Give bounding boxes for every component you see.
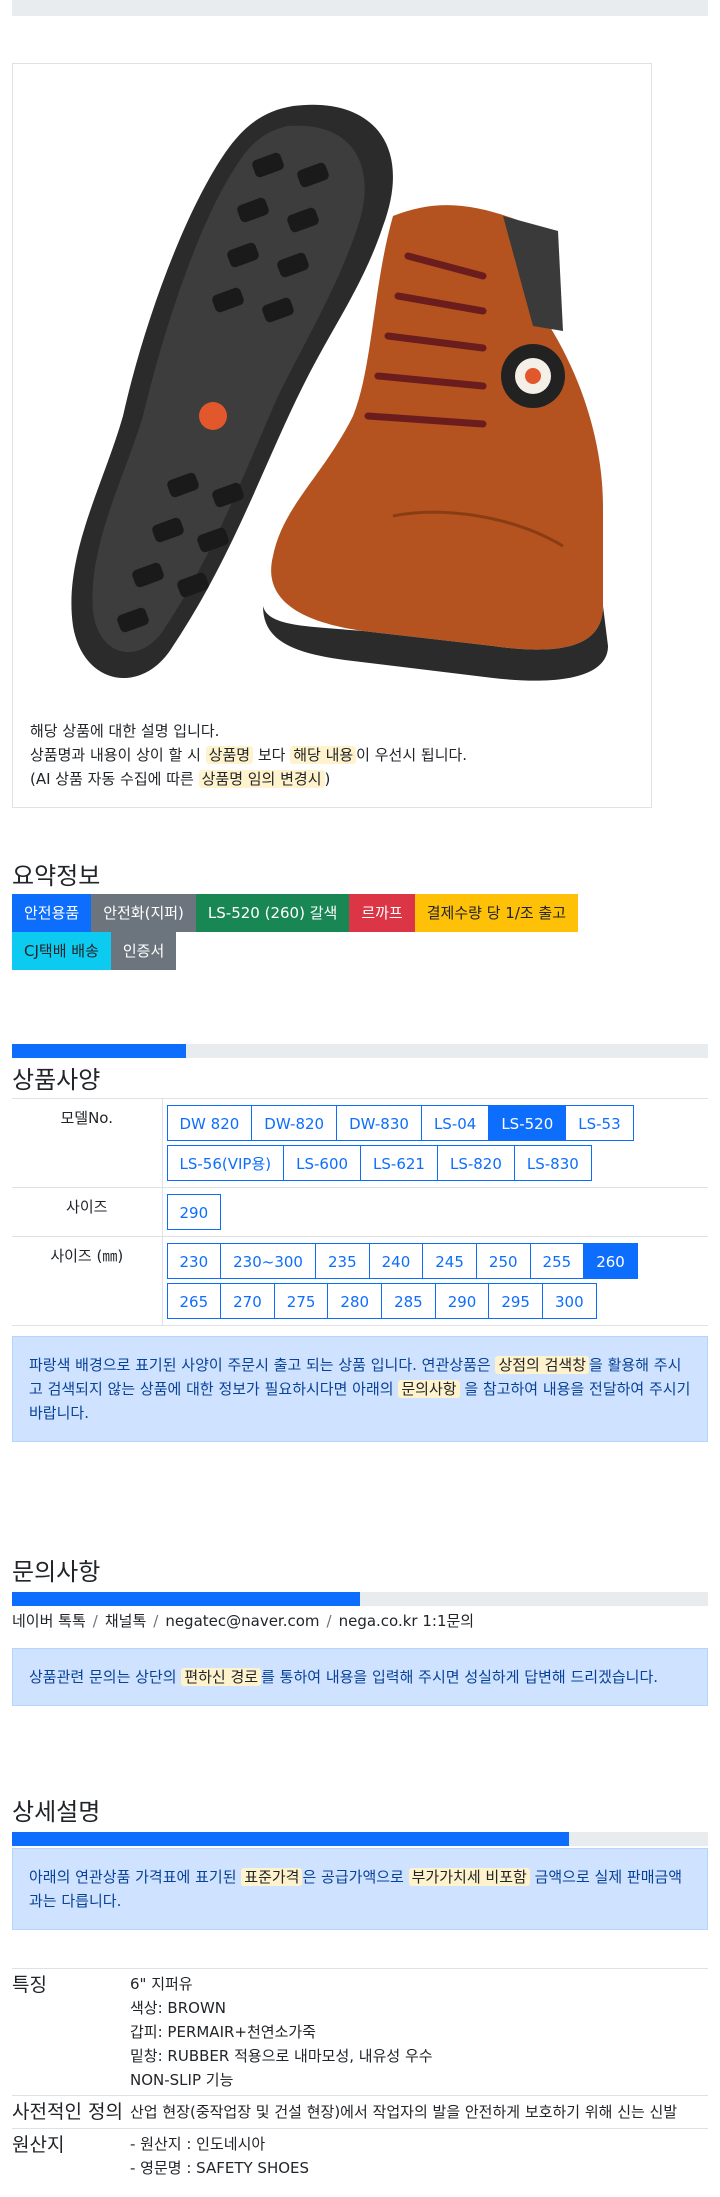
highlight-vat: 부가가치세 비포함 xyxy=(408,1868,530,1886)
spec-table: 모델No. DW 820 DW-820 DW-830 LS-04 LS-520 … xyxy=(12,1098,708,1326)
feature-line: 밑창: RUBBER 적용으로 내마모성, 내유성 우수 xyxy=(130,2047,433,2065)
spec-label-size-mm: 사이즈 (㎜) xyxy=(12,1236,163,1326)
spec-progress-fill xyxy=(12,1044,186,1058)
desc-line-3b: ) xyxy=(324,770,331,788)
option-model-ls-820[interactable]: LS-820 xyxy=(436,1145,515,1181)
inquiry-notice-a: 상품관련 문의는 상단의 xyxy=(29,1668,182,1686)
origin-line: - 영문명 : SAFETY SHOES xyxy=(130,2159,310,2177)
badge-brand: 르까프 xyxy=(349,894,415,932)
option-mm-280[interactable]: 280 xyxy=(327,1283,383,1319)
option-mm-270[interactable]: 270 xyxy=(220,1283,275,1319)
summary-title: 요약정보 xyxy=(12,862,101,890)
option-size-290[interactable]: 290 xyxy=(166,1194,222,1230)
detail-label-origin: 원산지 xyxy=(12,2134,65,2156)
highlight-content: 해당 내용 xyxy=(290,746,357,764)
option-model-ls-830[interactable]: LS-830 xyxy=(513,1145,592,1181)
highlight-product-name: 상품명 xyxy=(205,746,254,764)
option-mm-295[interactable]: 295 xyxy=(488,1283,543,1319)
desc-line-1: 해당 상품에 대한 설명 입니다. xyxy=(30,722,220,740)
desc-line-2a: 상품명과 내용이 상이 할 시 xyxy=(30,746,206,764)
option-mm-230-300[interactable]: 230~300 xyxy=(220,1243,316,1279)
badge-certificate: 인증서 xyxy=(110,932,177,970)
option-model-ls-600[interactable]: LS-600 xyxy=(283,1145,362,1181)
detail-notice: 아래의 연관상품 가격표에 표기된 표준가격 은 공급가액으로 부가가치세 비포함… xyxy=(12,1848,708,1930)
option-model-dw820[interactable]: DW 820 xyxy=(166,1105,253,1141)
detail-label-definition: 사전적인 정의 xyxy=(12,2101,123,2123)
detail-notice-a: 아래의 연관상품 가격표에 표기된 xyxy=(29,1868,242,1886)
highlight-standard-price: 표준가격 xyxy=(241,1868,303,1886)
highlight-inquiry: 문의사항 xyxy=(398,1380,460,1398)
desc-line-2c: 이 우선시 됩니다. xyxy=(356,746,468,764)
option-mm-255[interactable]: 255 xyxy=(529,1243,585,1279)
feature-line: 색상: BROWN xyxy=(130,1999,226,2017)
inquiry-progress xyxy=(12,1592,708,1606)
option-mm-250[interactable]: 250 xyxy=(475,1243,531,1279)
option-mm-275[interactable]: 275 xyxy=(273,1283,329,1319)
option-model-ls-53[interactable]: LS-53 xyxy=(565,1105,634,1141)
option-mm-235[interactable]: 235 xyxy=(314,1243,370,1279)
detail-table: 특징 6" 지퍼유 색상: BROWN 갑피: PERMAIR+천연소가죽 밑창… xyxy=(12,1968,708,2183)
spec-row-size: 사이즈 290 xyxy=(12,1187,708,1237)
highlight-search: 상점의 검색창 xyxy=(495,1356,590,1374)
feature-line: 6" 지퍼유 xyxy=(130,1975,193,1993)
definition-line: 산업 현장(중작업장 및 건설 현장)에서 작업자의 발을 안전하게 보호하기 … xyxy=(130,2103,678,2121)
option-model-ls-04[interactable]: LS-04 xyxy=(420,1105,490,1141)
detail-notice-b: 은 공급가액으로 xyxy=(302,1868,409,1886)
inquiry-progress-fill xyxy=(12,1592,360,1606)
option-mm-230[interactable]: 230 xyxy=(166,1243,222,1279)
link-site-inquiry[interactable]: nega.co.kr 1:1문의 xyxy=(339,1612,475,1630)
spec-title: 상품사양 xyxy=(12,1066,101,1094)
inquiry-notice: 상품관련 문의는 상단의 편하신 경로 를 통하여 내용을 입력해 주시면 성실하… xyxy=(12,1648,708,1706)
spec-progress xyxy=(12,1044,708,1058)
link-email[interactable]: negatec@naver.com xyxy=(165,1612,319,1630)
feature-line: NON-SLIP 기능 xyxy=(130,2071,234,2089)
option-model-dw-830[interactable]: DW-830 xyxy=(336,1105,422,1141)
option-model-ls-56[interactable]: LS-56(VIP용) xyxy=(166,1145,285,1181)
option-model-ls-621[interactable]: LS-621 xyxy=(360,1145,438,1181)
product-image xyxy=(71,104,608,681)
spec-label-model: 모델No. xyxy=(12,1098,163,1188)
breadcrumb: 네이버 톡톡 / 채널톡 / negatec@naver.com / nega.co.kr … xyxy=(12,1612,475,1630)
option-mm-245[interactable]: 245 xyxy=(422,1243,477,1279)
summary-badges: 안전용품 안전화(지퍼) LS-520 (260) 갈색 르까프 결제수량 당 … xyxy=(12,894,652,970)
detail-progress xyxy=(12,1832,708,1846)
option-mm-260[interactable]: 260 xyxy=(583,1243,638,1279)
detail-row-definition: 사전적인 정의 산업 현장(중작업장 및 건설 현장)에서 작업자의 발을 안전… xyxy=(12,2095,708,2129)
spec-row-size-mm: 사이즈 (㎜) 230 230~300 235 240 245 250 255 … xyxy=(12,1236,708,1326)
link-naver-talk[interactable]: 네이버 톡톡 xyxy=(12,1612,86,1630)
detail-row-features: 특징 6" 지퍼유 색상: BROWN 갑피: PERMAIR+천연소가죽 밑창… xyxy=(12,1968,708,2096)
detail-label-features: 특징 xyxy=(12,1974,47,1996)
spec-notice-a: 파랑색 배경으로 표기된 사양이 주문시 출고 되는 상품 입니다. 연관상품은 xyxy=(29,1356,496,1374)
option-mm-290[interactable]: 290 xyxy=(434,1283,490,1319)
feature-line: 갑피: PERMAIR+천연소가죽 xyxy=(130,2023,316,2041)
link-channel-talk[interactable]: 채널톡 xyxy=(105,1612,146,1630)
desc-line-3a: (AI 상품 자동 수집에 따른 xyxy=(30,770,199,788)
badge-model: LS-520 (260) 갈색 xyxy=(195,894,350,932)
option-mm-285[interactable]: 285 xyxy=(381,1283,436,1319)
option-mm-300[interactable]: 300 xyxy=(541,1283,597,1319)
spec-label-size: 사이즈 xyxy=(12,1187,163,1237)
badge-category: 안전용품 xyxy=(12,894,92,932)
badge-quantity: 결제수량 당 1/조 출고 xyxy=(414,894,579,932)
product-description: 해당 상품에 대한 설명 입니다. 상품명과 내용이 상이 할 시 상품명 보다… xyxy=(30,719,467,791)
option-mm-265[interactable]: 265 xyxy=(166,1283,222,1319)
detail-row-origin: 원산지 - 원산지 : 인도네시아 - 영문명 : SAFETY SHOES xyxy=(12,2128,708,2184)
detail-title: 상세설명 xyxy=(12,1798,101,1826)
inquiry-title: 문의사항 xyxy=(12,1558,101,1586)
badge-subcategory: 안전화(지퍼) xyxy=(91,894,196,932)
badge-shipping: CJ택배 배송 xyxy=(12,932,111,970)
inquiry-notice-b: 를 통하여 내용을 입력해 주시면 성실하게 답변해 드리겠습니다. xyxy=(261,1668,659,1686)
origin-line: - 원산지 : 인도네시아 xyxy=(130,2135,266,2153)
option-model-dw-820[interactable]: DW-820 xyxy=(251,1105,338,1141)
highlight-route: 편하신 경로 xyxy=(181,1668,262,1686)
spec-row-model: 모델No. DW 820 DW-820 DW-830 LS-04 LS-520 … xyxy=(12,1098,708,1188)
spec-notice: 파랑색 배경으로 표기된 사양이 주문시 출고 되는 상품 입니다. 연관상품은… xyxy=(12,1336,708,1442)
option-model-ls-520[interactable]: LS-520 xyxy=(488,1105,567,1141)
desc-line-2b: 보다 xyxy=(253,746,291,764)
top-bar xyxy=(12,0,708,16)
product-card: 해당 상품에 대한 설명 입니다. 상품명과 내용이 상이 할 시 상품명 보다… xyxy=(12,63,652,808)
option-mm-240[interactable]: 240 xyxy=(368,1243,424,1279)
detail-progress-fill xyxy=(12,1832,569,1846)
highlight-name-change: 상품명 임의 변경시 xyxy=(198,770,325,788)
